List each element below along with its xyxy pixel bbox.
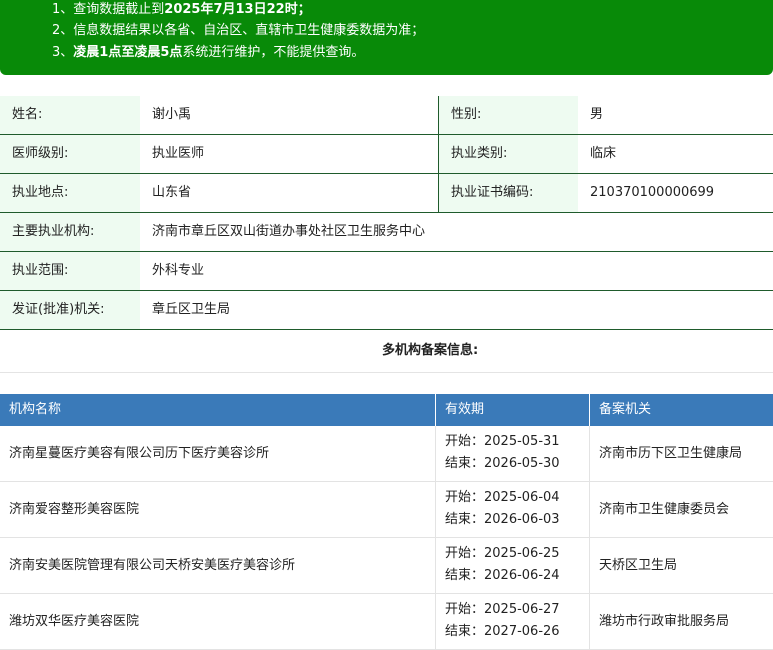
notice-line-3: 3、凌晨1点至凌晨5点系统进行维护，不能提供查询。 xyxy=(52,43,364,63)
info-row-main-org: 主要执业机构: 济南市章丘区双山街道办事处社区卫生服务中心 xyxy=(0,213,773,252)
notice-line-3-time: 凌晨1点至凌晨5点 xyxy=(73,45,183,60)
row-org-name: 济南安美医院管理有限公司天桥安美医疗美容诊所 xyxy=(0,538,436,593)
main-org-label: 主要执业机构: xyxy=(0,213,140,251)
info-row-name: 姓名: 谢小禹 性别: 男 xyxy=(0,96,773,135)
row-org-name: 济南星蔓医疗美容有限公司历下医疗美容诊所 xyxy=(0,426,436,481)
table-header: 机构名称 有效期 备案机关 xyxy=(0,394,773,426)
notice-line-1-date: 2025年7月13日22时 xyxy=(164,2,298,17)
gender-value: 男 xyxy=(578,96,773,134)
location-value: 山东省 xyxy=(140,174,438,212)
table-row: 济南安美医院管理有限公司天桥安美医疗美容诊所 开始：2025-06-25 结束：2… xyxy=(0,538,773,594)
notice-line-3-suffix: 系统进行维护，不能提供查询。 xyxy=(182,45,365,60)
row-validity: 开始：2025-06-25 结束：2026-06-24 xyxy=(436,538,590,593)
header-org-name: 机构名称 xyxy=(0,394,436,426)
row-start-date: 开始：2025-06-27 xyxy=(445,602,560,617)
notice-banner: 1、查询数据截止到2025年7月13日22时； 2、信息数据结果以各省、自治区、… xyxy=(0,0,773,75)
multi-org-section-title: 多机构备案信息: xyxy=(0,330,773,373)
notice-line-3-prefix: 3、 xyxy=(52,45,74,60)
issuer-value: 章丘区卫生局 xyxy=(140,291,773,329)
multi-org-title-text: 多机构备案信息: xyxy=(382,343,479,358)
scope-label: 执业范围: xyxy=(0,252,140,290)
table-row: 济南星蔓医疗美容有限公司历下医疗美容诊所 开始：2025-05-31 结束：202… xyxy=(0,426,773,482)
row-start-date: 开始：2025-06-04 xyxy=(445,490,560,505)
notice-line-1-suffix: ； xyxy=(297,2,311,17)
name-label: 姓名: xyxy=(0,96,140,134)
info-row-scope: 执业范围: 外科专业 xyxy=(0,252,773,291)
cert-label: 执业证书编码: xyxy=(438,174,578,212)
category-value: 临床 xyxy=(578,135,773,173)
table-row: 济南爱容整形美容医院 开始：2025-06-04 结束：2026-06-03 济南… xyxy=(0,482,773,538)
issuer-label: 发证(批准)机关: xyxy=(0,291,140,329)
notice-line-1: 1、查询数据截止到2025年7月13日22时； xyxy=(52,0,311,20)
info-row-issuer: 发证(批准)机关: 章丘区卫生局 xyxy=(0,291,773,330)
info-row-location: 执业地点: 山东省 执业证书编码: 210370100000699 xyxy=(0,174,773,213)
gender-label: 性别: xyxy=(438,96,578,134)
row-validity: 开始：2025-06-27 结束：2027-06-26 xyxy=(436,594,590,649)
cert-value: 210370100000699 xyxy=(578,174,773,212)
row-filing-authority: 潍坊市行政审批服务局 xyxy=(599,614,730,629)
row-end-date: 结束：2026-06-24 xyxy=(445,568,560,583)
row-start-date: 开始：2025-06-25 xyxy=(445,546,560,561)
row-start-date: 开始：2025-05-31 xyxy=(445,434,560,449)
header-filing-authority: 备案机关 xyxy=(599,402,652,417)
level-value: 执业医师 xyxy=(140,135,438,173)
multi-org-table: 机构名称 有效期 备案机关 济南星蔓医疗美容有限公司历下医疗美容诊所 开始：20… xyxy=(0,394,773,650)
row-end-date: 结束：2027-06-26 xyxy=(445,624,560,639)
level-label: 医师级别: xyxy=(0,135,140,173)
row-org-name: 潍坊双华医疗美容医院 xyxy=(0,594,436,649)
row-org-name: 济南爱容整形美容医院 xyxy=(0,482,436,537)
category-label: 执业类别: xyxy=(438,135,578,173)
row-filing-authority: 济南市历下区卫生健康局 xyxy=(599,446,743,461)
location-label: 执业地点: xyxy=(0,174,140,212)
notice-line-2: 2、信息数据结果以各省、自治区、直辖市卫生健康委数据为准； xyxy=(52,23,425,38)
header-validity: 有效期 xyxy=(436,394,590,426)
notice-line-1-prefix: 1、查询数据截止到 xyxy=(52,2,165,17)
row-end-date: 结束：2026-05-30 xyxy=(445,456,560,471)
info-row-level: 医师级别: 执业医师 执业类别: 临床 xyxy=(0,135,773,174)
name-value: 谢小禹 xyxy=(140,96,438,134)
row-end-date: 结束：2026-06-03 xyxy=(445,512,560,527)
doctor-info-table: 姓名: 谢小禹 性别: 男 医师级别: 执业医师 执业类别: 临床 执业地点: … xyxy=(0,96,773,330)
table-row: 潍坊双华医疗美容医院 开始：2025-06-27 结束：2027-06-26 潍坊… xyxy=(0,594,773,650)
row-validity: 开始：2025-06-04 结束：2026-06-03 xyxy=(436,482,590,537)
row-validity: 开始：2025-05-31 结束：2026-05-30 xyxy=(436,426,590,481)
scope-value: 外科专业 xyxy=(140,252,773,290)
row-filing-authority: 济南市卫生健康委员会 xyxy=(599,502,730,517)
main-org-value: 济南市章丘区双山街道办事处社区卫生服务中心 xyxy=(140,213,773,251)
row-filing-authority: 天桥区卫生局 xyxy=(599,558,678,573)
